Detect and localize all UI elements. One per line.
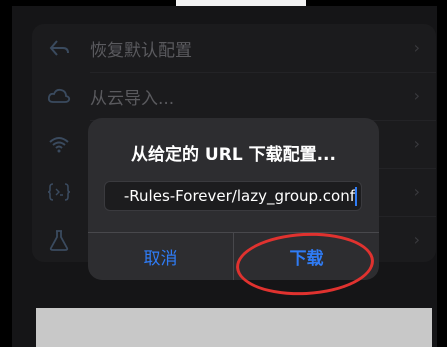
list-item-import-cloud[interactable]: 从云导入... › bbox=[32, 72, 436, 120]
chevron-right-icon: › bbox=[413, 134, 420, 153]
cloud-icon bbox=[46, 84, 72, 108]
flask-icon bbox=[46, 228, 72, 252]
list-item-label: 恢复默认配置 bbox=[90, 41, 192, 61]
chevron-right-icon: › bbox=[413, 230, 420, 249]
url-input-value: -Rules-Forever/lazy_group.conf bbox=[123, 187, 355, 205]
list-item-label: 从云导入... bbox=[90, 89, 175, 109]
code-braces-icon bbox=[46, 180, 72, 204]
chevron-right-icon: › bbox=[413, 38, 420, 57]
alert-title: 从给定的 URL 下载配置... bbox=[131, 145, 336, 165]
chevron-right-icon: › bbox=[413, 182, 420, 201]
url-input[interactable]: -Rules-Forever/lazy_group.conf bbox=[104, 181, 362, 211]
undo-arrow-icon bbox=[46, 36, 72, 60]
list-item-restore-default[interactable]: 恢复默认配置 › bbox=[32, 24, 436, 72]
cancel-button[interactable]: 取消 bbox=[88, 233, 233, 280]
text-caret bbox=[355, 187, 357, 206]
wifi-icon bbox=[46, 132, 72, 156]
bottom-content-block bbox=[36, 308, 432, 347]
chevron-right-icon: › bbox=[413, 86, 420, 105]
